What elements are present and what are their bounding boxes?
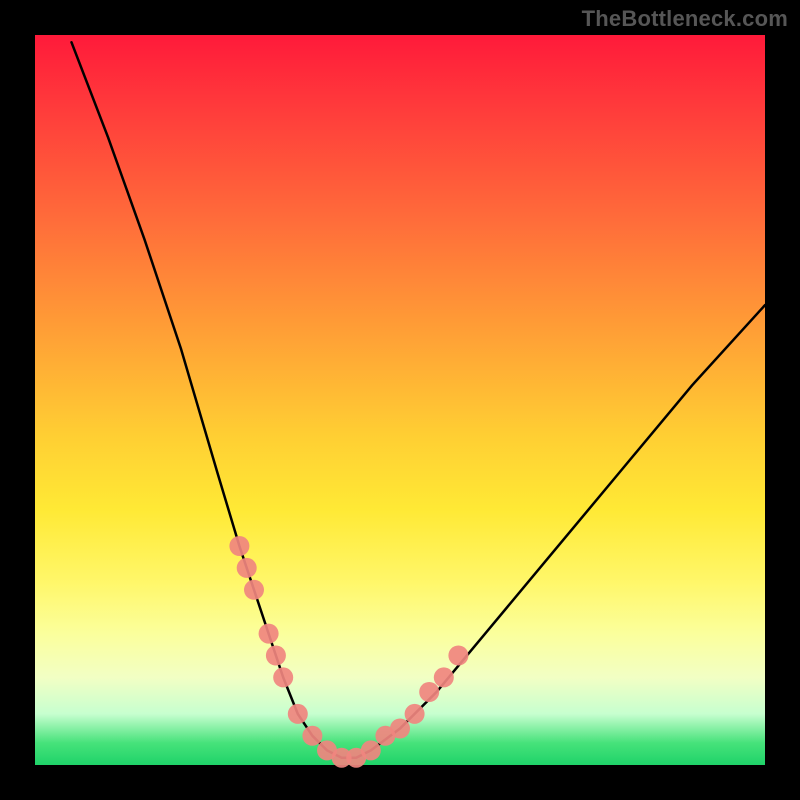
gradient-plot-area bbox=[35, 35, 765, 765]
attribution-label: TheBottleneck.com bbox=[582, 6, 788, 32]
